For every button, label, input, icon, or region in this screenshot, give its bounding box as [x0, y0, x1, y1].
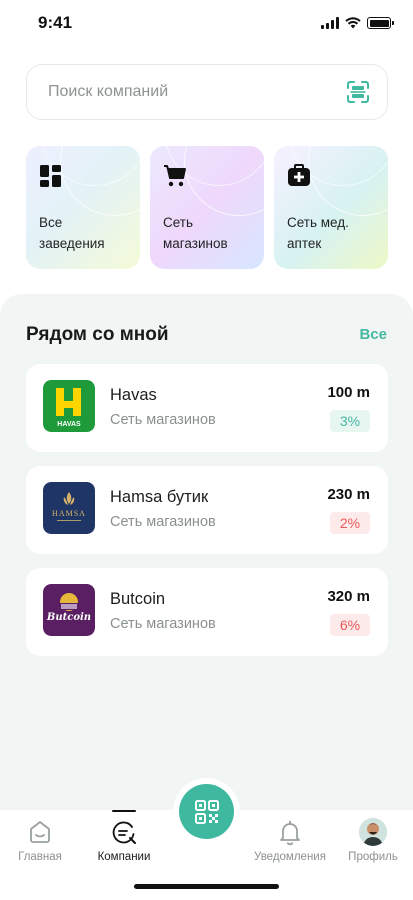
- nav-profile[interactable]: Профиль: [328, 818, 413, 863]
- nav-label: Компании: [97, 851, 151, 863]
- status-icons: [321, 17, 394, 29]
- nav-label: Главная: [18, 851, 62, 863]
- medkit-icon: [288, 164, 310, 186]
- category-cards: Все заведения Сеть магазинов Сеть мед. а…: [26, 146, 388, 269]
- butcoin-logo: Butcoin: [43, 584, 95, 636]
- category-label: Сеть мед. аптек: [287, 215, 349, 251]
- bell-icon: [280, 820, 300, 846]
- category-store-chains[interactable]: Сеть магазинов: [150, 146, 264, 269]
- category-label: Все заведения: [39, 215, 105, 251]
- scan-icon[interactable]: [347, 81, 369, 103]
- hamsa-logo-text: HAMSA: [52, 509, 86, 518]
- signal-icon: [321, 17, 339, 29]
- shop-name: Butcoin: [110, 590, 166, 608]
- category-pharmacies[interactable]: Сеть мед. аптек: [274, 146, 388, 269]
- havas-logo: HAVAS: [43, 380, 95, 432]
- cart-icon: [164, 165, 186, 187]
- shop-card[interactable]: HAMSA Hamsa бутик Сеть магазинов 230 m 2…: [26, 466, 388, 554]
- cashback-badge: 3%: [330, 410, 370, 432]
- status-bar: 9:41: [0, 0, 413, 46]
- nav-label: Профиль: [348, 851, 398, 863]
- cashback-badge: 2%: [330, 512, 370, 534]
- nav-companies[interactable]: Компании: [79, 818, 169, 863]
- havas-logo-text: HAVAS: [57, 421, 81, 428]
- shop-type: Сеть магазинов: [110, 616, 216, 632]
- shop-name: Hamsa бутик: [110, 488, 209, 506]
- nearby-section: Рядом со мной Все HAVAS Havas Сеть магаз…: [0, 294, 413, 824]
- avatar: [359, 818, 387, 846]
- home-icon: [30, 821, 50, 843]
- search-bar[interactable]: [26, 64, 388, 120]
- wifi-icon: [345, 17, 361, 29]
- home-indicator: [134, 884, 279, 889]
- battery-icon: [367, 17, 394, 29]
- status-time: 9:41: [38, 13, 73, 32]
- companies-icon: [112, 821, 136, 844]
- butcoin-logo-text: Butcoin: [46, 612, 91, 623]
- category-all-venues[interactable]: Все заведения: [26, 146, 140, 269]
- nav-label: Уведомления: [254, 851, 326, 863]
- search-input[interactable]: [48, 83, 318, 101]
- shop-card[interactable]: Butcoin Butcoin Сеть магазинов 320 m 6%: [26, 568, 388, 656]
- qr-scan-button[interactable]: [179, 784, 234, 839]
- shop-card[interactable]: HAVAS Havas Сеть магазинов 100 m 3%: [26, 364, 388, 452]
- shop-name: Havas: [110, 386, 157, 404]
- see-all-link[interactable]: Все: [359, 326, 387, 343]
- shop-distance: 320 m: [327, 588, 370, 605]
- active-tab-indicator: [112, 810, 136, 812]
- shop-type: Сеть магазинов: [110, 514, 216, 530]
- qr-icon: [194, 799, 219, 824]
- hamsa-logo: HAMSA: [43, 482, 95, 534]
- shop-distance: 230 m: [327, 486, 370, 503]
- cashback-badge: 6%: [330, 614, 370, 636]
- shop-distance: 100 m: [327, 384, 370, 401]
- section-title: Рядом со мной: [26, 324, 169, 345]
- category-label: Сеть магазинов: [163, 215, 228, 251]
- nav-notifications[interactable]: Уведомления: [245, 818, 335, 863]
- grid-icon: [40, 165, 61, 187]
- nav-home[interactable]: Главная: [0, 818, 85, 863]
- shop-type: Сеть магазинов: [110, 412, 216, 428]
